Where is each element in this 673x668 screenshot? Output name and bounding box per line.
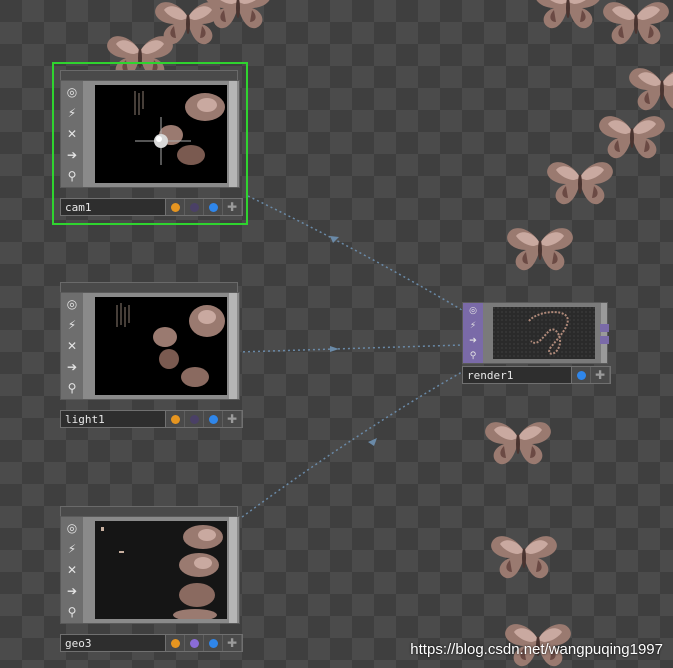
node-flags: ✚ [166,634,243,652]
viewer-icon[interactable]: ◎ [64,84,80,100]
add-icon[interactable]: ✚ [223,411,242,427]
node-name[interactable]: geo3 [60,634,166,652]
close-icon[interactable]: ✕ [64,338,80,354]
node-sidebar: ◎ ⚡ ➔ ⚲ [463,303,483,363]
node-output-bar [229,517,237,623]
output-connector[interactable] [600,336,609,344]
node-light1[interactable]: ◎ ⚡ ✕ ➔ ⚲ light1 ✚ [60,282,243,432]
node-name[interactable]: render1 [462,366,572,384]
viewer-flag[interactable] [204,199,223,215]
viewer-content [493,307,595,359]
wire-geo3-render1 [237,371,463,521]
node-namebar: render1 ✚ [462,366,611,384]
node-namebar: light1 ✚ [60,410,243,428]
viewer-icon[interactable]: ◎ [64,520,80,536]
node-viewer[interactable] [493,307,595,359]
node-namebar: cam1 ✚ [60,198,243,216]
arrow-right-icon[interactable]: ➔ [64,583,80,599]
node-body: ◎ ⚡ ✕ ➔ ⚲ [60,80,240,188]
viewer-content [134,91,225,165]
graph-icon[interactable]: ⚡ [64,541,80,557]
watermark-text: https://blog.csdn.net/wangpuqing1997 [410,641,663,658]
output-connector[interactable] [600,324,609,332]
node-geo3[interactable]: ◎ ⚡ ✕ ➔ ⚲ geo3 ✚ [60,506,243,656]
viewer-flag[interactable] [572,367,591,383]
graph-icon[interactable]: ⚡ [64,105,80,121]
viewer-icon[interactable]: ◎ [64,296,80,312]
render-flag[interactable] [166,411,185,427]
arrow-right-icon[interactable]: ➔ [64,359,80,375]
wire-arrow-icon [330,236,339,243]
node-sidebar: ◎ ⚡ ✕ ➔ ⚲ [61,517,83,623]
graph-icon[interactable]: ⚡ [465,320,481,332]
viewer-content [116,303,225,387]
node-flags: ✚ [166,410,243,428]
node-output-bar [229,81,237,187]
node-body: ◎ ⚡ ✕ ➔ ⚲ [60,516,240,624]
close-icon[interactable]: ✕ [64,126,80,142]
display-flag[interactable] [185,199,204,215]
node-render1[interactable]: ◎ ⚡ ➔ ⚲ render1 ✚ [462,302,612,386]
display-flag[interactable] [185,635,204,651]
close-icon[interactable]: ✕ [64,562,80,578]
pin-icon[interactable]: ⚲ [64,380,80,396]
viewer-flag[interactable] [204,635,223,651]
add-icon[interactable]: ✚ [223,199,242,215]
node-flags: ✚ [166,198,243,216]
node-viewer[interactable] [95,85,227,183]
viewer-flag[interactable] [204,411,223,427]
node-viewer[interactable] [95,521,227,619]
node-flags: ✚ [572,366,611,384]
node-output-bar [229,293,237,399]
render-flag[interactable] [166,199,185,215]
node-sidebar: ◎ ⚡ ✕ ➔ ⚲ [61,81,83,187]
arrow-right-icon[interactable]: ➔ [64,147,80,163]
wire-arrow-icon [330,346,339,352]
pin-icon[interactable]: ⚲ [64,604,80,620]
wire-light1-render1 [237,344,463,353]
wire-arrow-icon [368,438,377,446]
node-cam1[interactable]: ◎ ⚡ ✕ ➔ ⚲ cam1 ✚ [60,70,243,220]
node-name[interactable]: light1 [60,410,166,428]
node-namebar: geo3 ✚ [60,634,243,652]
wire-cam1-render1 [247,195,463,311]
display-flag[interactable] [185,411,204,427]
pin-icon[interactable]: ⚲ [64,168,80,184]
node-viewer[interactable] [95,297,227,395]
graph-icon[interactable]: ⚡ [64,317,80,333]
viewer-icon[interactable]: ◎ [465,305,481,317]
viewer-content [101,525,223,619]
node-sidebar: ◎ ⚡ ✕ ➔ ⚲ [61,293,83,399]
node-name[interactable]: cam1 [60,198,166,216]
node-body: ◎ ⚡ ➔ ⚲ [462,302,608,364]
render-flag[interactable] [166,635,185,651]
add-icon[interactable]: ✚ [591,367,610,383]
add-icon[interactable]: ✚ [223,635,242,651]
node-output-bar [601,303,607,363]
arrow-right-icon[interactable]: ➔ [465,335,481,347]
node-body: ◎ ⚡ ✕ ➔ ⚲ [60,292,240,400]
pin-icon[interactable]: ⚲ [465,350,481,362]
